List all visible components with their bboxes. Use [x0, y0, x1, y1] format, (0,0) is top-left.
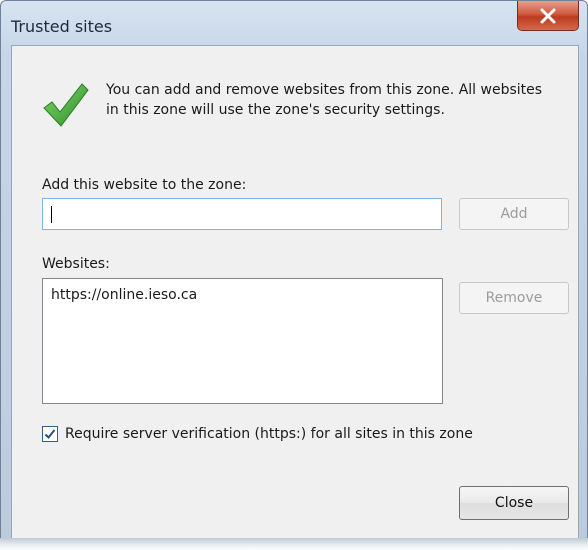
- close-window-button[interactable]: [517, 1, 579, 31]
- websites-label: Websites:: [42, 256, 110, 272]
- dialog-body: You can add and remove websites from thi…: [11, 45, 579, 540]
- add-website-label: Add this website to the zone:: [42, 177, 247, 193]
- zone-description: You can add and remove websites from thi…: [106, 80, 576, 120]
- remove-button[interactable]: Remove: [459, 282, 569, 314]
- title-bar[interactable]: Trusted sites: [1, 1, 587, 45]
- checkmark-icon: [44, 429, 56, 439]
- close-x-icon: [540, 8, 556, 23]
- close-button[interactable]: Close: [459, 486, 569, 520]
- add-button[interactable]: Add: [459, 198, 569, 230]
- text-caret: [51, 206, 52, 223]
- require-verification-checkbox[interactable]: [42, 426, 58, 442]
- require-verification-label[interactable]: Require server verification (https:) for…: [65, 426, 473, 442]
- zone-description-line-1: You can add and remove websites from thi…: [106, 82, 543, 98]
- zone-description-line-2: in this zone will use the zone's securit…: [106, 102, 445, 118]
- add-website-input[interactable]: [42, 198, 442, 230]
- trusted-sites-dialog: Trusted sites You can add and remove web…: [0, 0, 588, 550]
- green-checkmark-icon: [43, 83, 89, 127]
- window-title: Trusted sites: [11, 17, 113, 36]
- list-item[interactable]: https://online.ieso.ca: [51, 287, 197, 303]
- websites-list[interactable]: https://online.ieso.ca: [42, 278, 443, 404]
- window-shadow: [0, 538, 588, 550]
